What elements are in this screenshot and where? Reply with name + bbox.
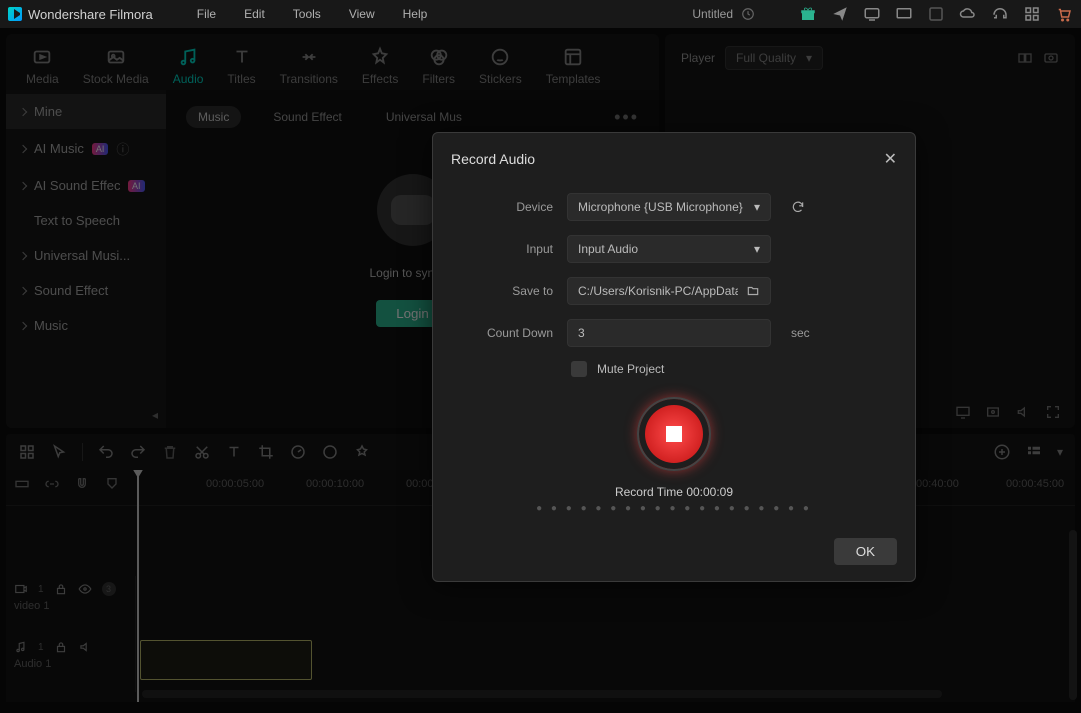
menu-help[interactable]: Help <box>403 7 428 21</box>
input-select[interactable]: Input Audio ▾ <box>567 235 771 263</box>
input-label: Input <box>451 242 553 256</box>
level-meter: ● ● ● ● ● ● ● ● ● ● ● ● ● ● ● ● ● ● ● <box>451 503 897 514</box>
device-value: Microphone {USB Microphone} <box>578 200 743 214</box>
record-audio-dialog: Record Audio ✕ Device Microphone {USB Mi… <box>432 132 916 582</box>
input-value: Input Audio <box>578 242 638 256</box>
dialog-title: Record Audio <box>451 151 535 167</box>
countdown-label: Count Down <box>451 326 553 340</box>
apps-icon[interactable] <box>1023 5 1041 23</box>
message-icon[interactable] <box>863 5 881 23</box>
mute-checkbox[interactable] <box>571 361 587 377</box>
menu-tools[interactable]: Tools <box>293 7 321 21</box>
menu-edit[interactable]: Edit <box>244 7 265 21</box>
menu-file[interactable]: File <box>197 7 216 21</box>
device-select[interactable]: Microphone {USB Microphone} ▾ <box>567 193 771 221</box>
countdown-value: 3 <box>578 326 585 340</box>
title-bar: Wondershare Filmora File Edit Tools View… <box>0 0 1081 28</box>
app-name: Wondershare Filmora <box>28 7 153 22</box>
record-button[interactable] <box>637 397 711 471</box>
project-name-text: Untitled <box>692 7 733 21</box>
device-label: Device <box>451 200 553 214</box>
countdown-input[interactable]: 3 <box>567 319 771 347</box>
refresh-icon[interactable] <box>791 200 805 214</box>
top-right-icons <box>799 5 1073 23</box>
gift-icon[interactable] <box>799 5 817 23</box>
close-icon[interactable]: ✕ <box>884 149 897 169</box>
project-title: Untitled <box>692 7 755 21</box>
record-time-value: 00:00:09 <box>686 485 733 499</box>
save-path-field[interactable]: C:/Users/Korisnik-PC/AppData <box>567 277 771 305</box>
save-label: Save to <box>451 284 553 298</box>
main-menu: File Edit Tools View Help <box>197 7 428 21</box>
ok-button[interactable]: OK <box>834 538 897 565</box>
mute-label: Mute Project <box>597 362 664 376</box>
chevron-down-icon: ▾ <box>754 200 760 214</box>
record-time: Record Time 00:00:09 <box>451 485 897 499</box>
folder-icon[interactable] <box>746 284 760 298</box>
screen-icon[interactable] <box>895 5 913 23</box>
chevron-down-icon: ▾ <box>754 242 760 256</box>
headset-icon[interactable] <box>991 5 1009 23</box>
cart-icon[interactable] <box>1055 5 1073 23</box>
sync-icon <box>741 7 755 21</box>
send-icon[interactable] <box>831 5 849 23</box>
menu-view[interactable]: View <box>349 7 375 21</box>
logo-icon <box>8 7 22 21</box>
save-value: C:/Users/Korisnik-PC/AppData <box>578 284 738 298</box>
record-time-prefix: Record Time <box>615 485 686 499</box>
cloud-icon[interactable] <box>959 5 977 23</box>
app-logo: Wondershare Filmora <box>8 7 153 22</box>
stop-icon <box>666 426 682 442</box>
save-icon[interactable] <box>927 5 945 23</box>
countdown-unit: sec <box>791 326 810 340</box>
